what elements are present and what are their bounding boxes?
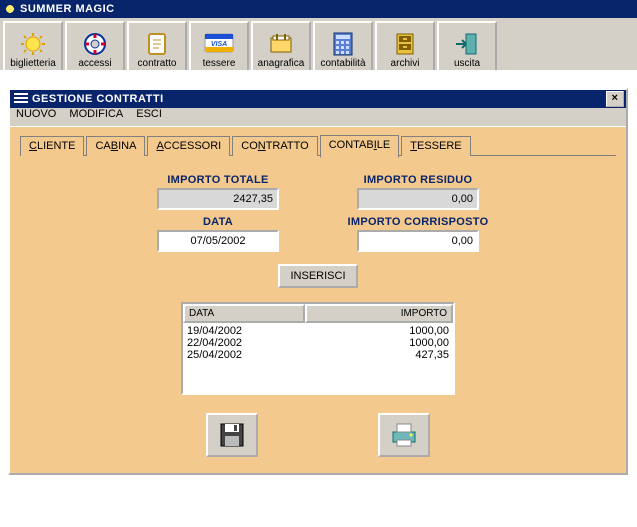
- toolbar-label: biglietteria: [10, 58, 56, 69]
- field-importo-corrisposto: IMPORTO CORRISPOSTO: [333, 216, 503, 252]
- label-importo-residuo: IMPORTO RESIDUO: [364, 174, 473, 186]
- tab-strip: CLIENTE CABINA ACCESSORI CONTRATTO CONTA…: [20, 135, 616, 156]
- print-button[interactable]: [378, 413, 430, 457]
- toolbar-tessere[interactable]: VISA tessere: [189, 21, 249, 73]
- main-toolbar: biglietteria accessi contratto VISA tess…: [0, 18, 637, 77]
- toolbar-label: anagrafica: [258, 58, 305, 69]
- exit-icon: [451, 30, 483, 58]
- toolbar-label: tessere: [203, 58, 236, 69]
- tab-accessori[interactable]: ACCESSORI: [147, 136, 230, 156]
- th-data[interactable]: DATA: [183, 304, 305, 323]
- app-title-text: SUMMER MAGIC: [20, 0, 115, 18]
- rolodex-icon: [265, 30, 297, 58]
- payment-form: IMPORTO TOTALE IMPORTO RESIDUO DATA IMPO…: [133, 174, 503, 288]
- payments-table: DATA IMPORTO 19/04/2002 1000,00 22/04/20…: [181, 302, 455, 395]
- table-header: DATA IMPORTO: [183, 304, 453, 323]
- action-buttons: [20, 413, 616, 457]
- field-data: DATA: [133, 216, 303, 252]
- toolbar-archivi[interactable]: archivi: [375, 21, 435, 73]
- toolbar-label: archivi: [391, 58, 420, 69]
- visa-card-icon: VISA: [203, 30, 235, 58]
- child-title-bar: GESTIONE CONTRATTI ×: [10, 90, 626, 108]
- work-area: CLIENTE CABINA ACCESSORI CONTRATTO CONTA…: [10, 126, 626, 473]
- cell-importo: 427,35: [297, 349, 449, 361]
- calculator-icon: [327, 30, 359, 58]
- inserisci-button[interactable]: INSERISCI: [278, 264, 357, 288]
- tab-tessere[interactable]: TESSERE: [401, 136, 470, 156]
- child-window-contratti: GESTIONE CONTRATTI × NUOVO MODIFICA ESCI…: [8, 88, 628, 475]
- toolbar-label: uscita: [454, 58, 480, 69]
- menu-esci[interactable]: ESCI: [136, 108, 162, 120]
- toolbar-label: contratto: [138, 58, 177, 69]
- document-icon: [141, 30, 173, 58]
- field-importo-residuo: IMPORTO RESIDUO: [333, 174, 503, 210]
- table-row[interactable]: 19/04/2002 1000,00: [187, 325, 449, 337]
- cell-importo: 1000,00: [297, 325, 449, 337]
- menu-nuovo[interactable]: NUOVO: [16, 108, 56, 120]
- table-body: 19/04/2002 1000,00 22/04/2002 1000,00 25…: [183, 323, 453, 393]
- cell-data: 22/04/2002: [187, 337, 297, 349]
- input-importo-totale[interactable]: [157, 188, 279, 210]
- toolbar-biglietteria[interactable]: biglietteria: [3, 21, 63, 73]
- tab-contabile[interactable]: CONTABILE: [320, 135, 400, 158]
- tab-contratto[interactable]: CONTRATTO: [232, 136, 317, 156]
- label-importo-totale: IMPORTO TOTALE: [167, 174, 268, 186]
- tab-cliente[interactable]: CLIENTE: [20, 136, 84, 156]
- lifebuoy-icon: [79, 30, 111, 58]
- label-data: DATA: [203, 216, 233, 228]
- sun-icon: [17, 30, 49, 58]
- menu-lines-icon: [14, 93, 28, 105]
- cell-data: 19/04/2002: [187, 325, 297, 337]
- input-importo-corrisposto[interactable]: [357, 230, 479, 252]
- child-title-text: GESTIONE CONTRATTI: [32, 93, 164, 105]
- menu-modifica[interactable]: MODIFICA: [69, 108, 123, 120]
- svg-text:VISA: VISA: [211, 41, 227, 48]
- toolbar-anagrafica[interactable]: anagrafica: [251, 21, 311, 73]
- cell-importo: 1000,00: [297, 337, 449, 349]
- app-title-bar: SUMMER MAGIC: [0, 0, 637, 18]
- toolbar-label: accessi: [78, 58, 111, 69]
- label-importo-corrisposto: IMPORTO CORRISPOSTO: [348, 216, 489, 228]
- tab-cabina[interactable]: CABINA: [86, 136, 145, 156]
- toolbar-uscita[interactable]: uscita: [437, 21, 497, 73]
- toolbar-contabilita[interactable]: contabilità: [313, 21, 373, 73]
- th-importo[interactable]: IMPORTO: [305, 304, 453, 323]
- close-button[interactable]: ×: [606, 91, 624, 107]
- toolbar-contratto[interactable]: contratto: [127, 21, 187, 73]
- floppy-icon: [219, 422, 245, 448]
- field-importo-totale: IMPORTO TOTALE: [133, 174, 303, 210]
- printer-icon: [389, 422, 419, 448]
- toolbar-label: contabilità: [320, 58, 365, 69]
- input-importo-residuo[interactable]: [357, 188, 479, 210]
- cell-data: 25/04/2002: [187, 349, 297, 361]
- save-button[interactable]: [206, 413, 258, 457]
- cabinet-icon: [389, 30, 421, 58]
- input-data[interactable]: [157, 230, 279, 252]
- child-menu-bar: NUOVO MODIFICA ESCI: [10, 108, 626, 126]
- toolbar-accessi[interactable]: accessi: [65, 21, 125, 73]
- sun-icon: [4, 3, 16, 15]
- table-row[interactable]: 22/04/2002 1000,00: [187, 337, 449, 349]
- table-row[interactable]: 25/04/2002 427,35: [187, 349, 449, 361]
